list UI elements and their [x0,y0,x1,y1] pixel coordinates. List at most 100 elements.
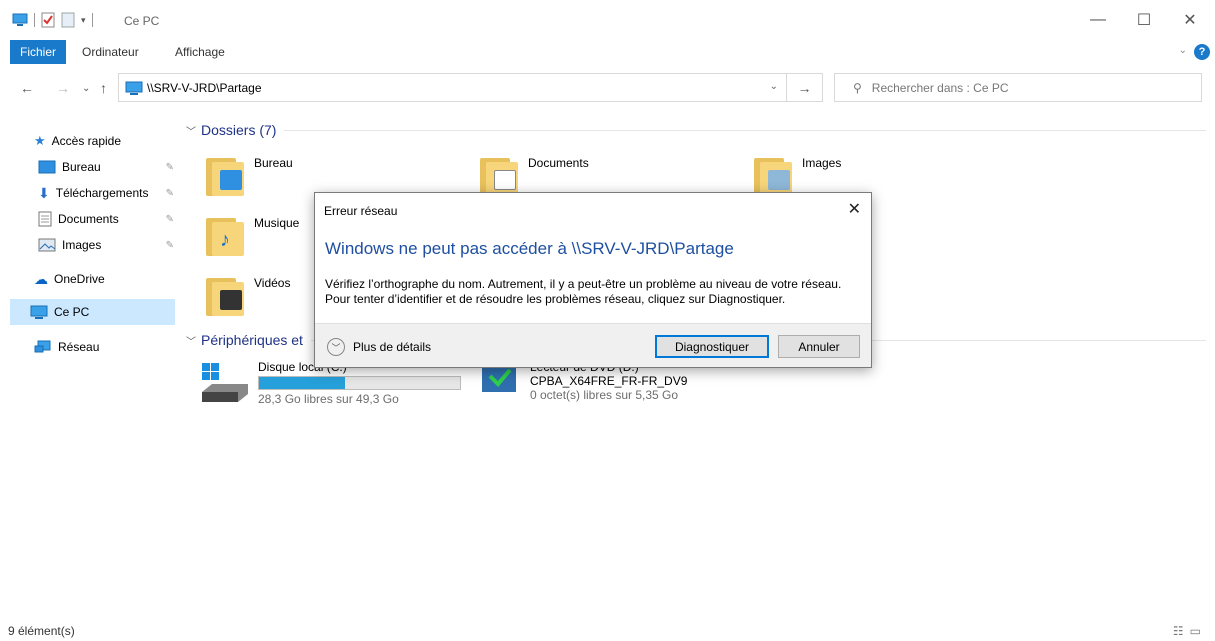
drive-label: CPBA_X64FRE_FR-FR_DV9 [530,374,688,388]
folder-label: Bureau [254,156,293,170]
document-icon [38,211,52,227]
network-icon [34,340,51,353]
dialog-message: Vérifiez l’orthographe du nom. Autrement… [325,277,842,306]
details-view-icon[interactable]: ☷ [1173,624,1184,638]
computer-icon [125,81,143,95]
sidebar-item-telechargements[interactable]: ⬇ Téléchargements ✎ [38,180,178,206]
forward-button[interactable]: → [56,80,70,96]
chevron-down-icon[interactable]: ﹀ [186,333,196,348]
address-dropdown-icon[interactable]: ⌄ [770,81,778,92]
folder-item[interactable]: ♪ Musique [206,212,299,256]
sidebar-item-label: Accès rapide [51,134,122,148]
divider [284,129,1206,131]
folder-item[interactable]: Images [754,152,841,196]
chevron-down-icon[interactable]: ﹀ [186,123,196,138]
group-title: Dossiers (7) [201,122,277,138]
dialog-heading: Windows ne peut pas accéder à \\SRV-V-JR… [325,239,734,258]
sidebar-item-ce-pc[interactable]: Ce PC [10,299,175,325]
navigation-bar: ← → ⌄ ↑ \\SRV-V-JRD\Partage ⌄ → ⚲ Recher… [0,70,1215,106]
folder-item[interactable]: Vidéos [206,272,290,316]
desktop-folder-icon [206,152,244,196]
status-item-count: 9 élément(s) [8,624,75,638]
cancel-button[interactable]: Annuler [778,335,860,358]
address-bar[interactable]: \\SRV-V-JRD\Partage ⌄ → [118,73,823,102]
quick-access-toolbar: ▾ [12,12,93,28]
folder-label: Documents [528,156,589,170]
tab-affichage[interactable]: Affichage [175,40,225,64]
navigation-pane: ★ Accès rapide Bureau ✎ ⬇ Téléchargement… [0,120,180,620]
expand-ribbon-icon[interactable]: ⌄ [1179,45,1187,56]
tab-fichier[interactable]: Fichier [10,40,66,64]
folder-item[interactable]: Documents [480,152,589,196]
sidebar-item-documents[interactable]: Documents ✎ [38,206,178,232]
sidebar-item-label: Bureau [62,160,101,174]
download-icon: ⬇ [38,184,50,201]
chevron-down-icon[interactable]: ﹀ [327,338,345,356]
pictures-folder-icon [754,152,792,196]
search-input[interactable]: Rechercher dans : Ce PC [872,81,1009,95]
folder-item[interactable]: Bureau [206,152,293,196]
sidebar-item-images[interactable]: Images ✎ [38,232,178,258]
computer-icon [30,305,48,319]
desktop-icon [38,160,56,174]
separator [91,13,93,27]
sidebar-item-acces-rapide[interactable]: ★ Accès rapide [34,128,174,154]
sidebar-item-label: Ce PC [54,305,90,319]
folders-group-header[interactable]: ﹀ Dossiers (7) [186,122,1206,138]
drive-usage-fill [259,377,346,389]
picture-icon [38,238,56,252]
minimize-button[interactable]: — [1075,0,1121,40]
music-folder-icon: ♪ [206,212,244,256]
drive-free-space: 28,3 Go libres sur 49,3 Go [258,392,399,406]
videos-folder-icon [206,272,244,316]
go-button[interactable]: → [786,74,822,101]
drive-usage-bar [258,376,461,390]
address-path[interactable]: \\SRV-V-JRD\Partage [147,81,262,95]
sidebar-item-onedrive[interactable]: ☁ OneDrive [34,266,174,292]
sidebar-item-label: Réseau [58,340,100,354]
folder-label: Images [802,156,842,170]
view-switcher: ☷ ▭ [1173,624,1201,638]
search-icon: ⚲ [853,80,862,95]
more-details-toggle[interactable]: ﹀ Plus de détails [327,338,431,356]
dialog-footer: ﹀ Plus de détails Diagnostiquer Annuler [315,323,871,367]
title-bar: ▾ Ce PC — ☐ ✕ [0,0,1215,40]
back-button[interactable]: ← [20,80,34,96]
dialog-close-button[interactable]: ✕ [848,199,861,219]
sidebar-item-bureau[interactable]: Bureau ✎ [38,154,178,180]
star-icon: ★ [34,133,46,148]
close-button[interactable]: ✕ [1167,0,1213,40]
more-details-label: Plus de détails [353,340,432,354]
ribbon: Fichier Ordinateur Affichage ⌄ ? [0,40,1215,64]
drive-free-space: 0 octet(s) libres sur 5,35 Go [530,388,679,402]
sidebar-item-reseau[interactable]: Réseau [34,334,174,360]
help-icon[interactable]: ? [1194,44,1210,60]
up-button[interactable]: ↑ [100,80,107,96]
sidebar-item-label: OneDrive [54,272,105,286]
maximize-button[interactable]: ☐ [1121,0,1167,40]
computer-icon[interactable] [12,13,28,27]
tab-ordinateur[interactable]: Ordinateur [82,40,139,64]
folder-label: Vidéos [254,276,291,290]
customize-qat-icon[interactable]: ▾ [81,15,86,26]
large-icons-view-icon[interactable]: ▭ [1190,624,1201,638]
sidebar-item-label: Documents [58,212,119,226]
dialog-title: Erreur réseau [324,204,398,218]
sidebar-item-label: Images [62,238,102,252]
pin-icon[interactable]: ✎ [166,214,174,225]
pin-icon[interactable]: ✎ [166,188,174,199]
folder-label: Musique [254,216,300,230]
windows-drive-icon [202,363,248,402]
window-title: Ce PC [124,14,160,28]
new-folder-icon[interactable] [61,12,75,28]
properties-icon[interactable] [41,12,55,28]
pin-icon[interactable]: ✎ [166,162,174,173]
sidebar-item-label: Téléchargements [55,186,149,200]
search-box[interactable]: ⚲ Rechercher dans : Ce PC [834,73,1202,102]
diagnose-button[interactable]: Diagnostiquer [655,335,769,358]
separator [34,13,35,27]
network-error-dialog: Erreur réseau ✕ Windows ne peut pas accé… [314,192,872,368]
pin-icon[interactable]: ✎ [166,240,174,251]
cloud-icon: ☁ [34,270,48,287]
recent-locations-button[interactable]: ⌄ [82,83,90,94]
